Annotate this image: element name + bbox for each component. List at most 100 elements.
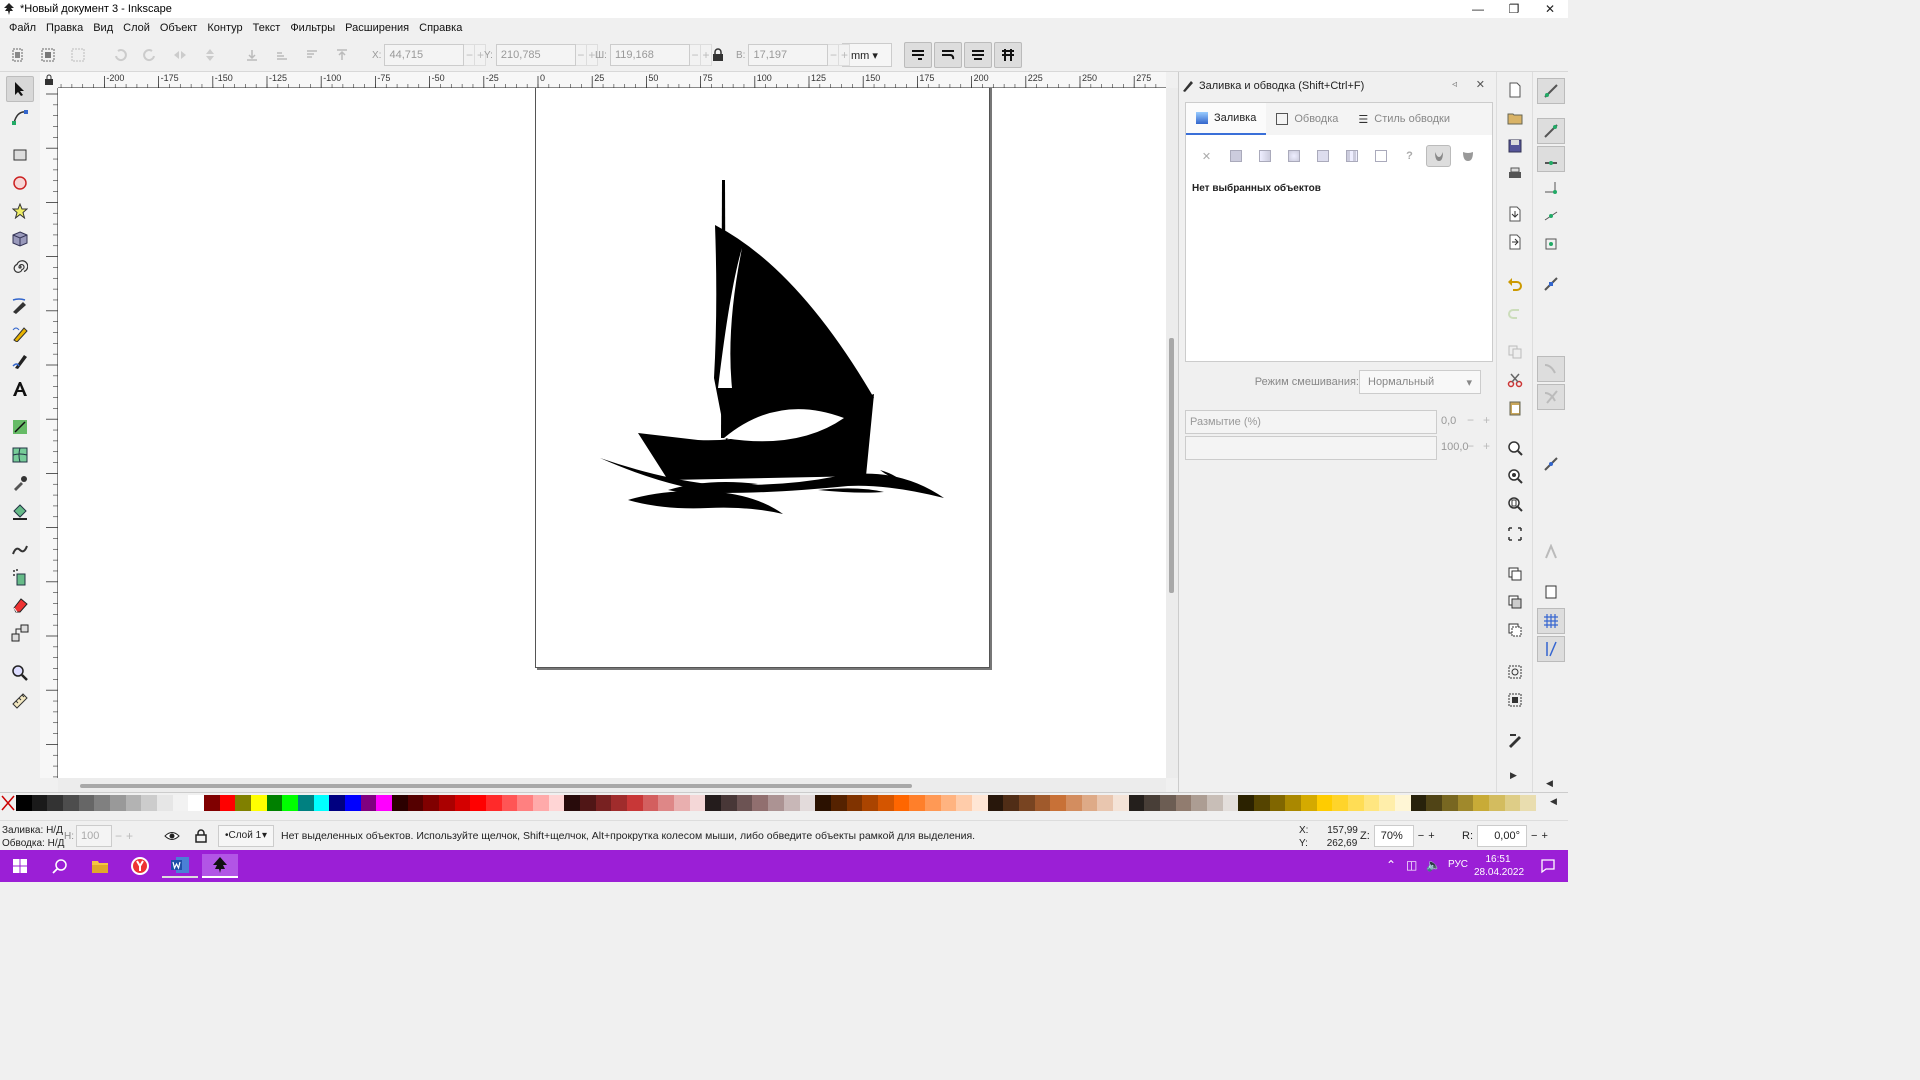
pattern-button[interactable] xyxy=(1339,145,1364,167)
group-icon[interactable] xyxy=(1507,664,1523,680)
duplicate-icon[interactable] xyxy=(1507,566,1523,582)
palette-swatch[interactable] xyxy=(407,795,424,811)
palette-swatch[interactable] xyxy=(439,795,456,811)
palette-swatch[interactable] xyxy=(1379,795,1396,811)
lower-to-bottom-icon[interactable] xyxy=(244,47,260,63)
palette-swatch[interactable] xyxy=(1128,795,1145,811)
rotate-ccw-icon[interactable] xyxy=(112,47,128,63)
snap-paths-button[interactable] xyxy=(1537,356,1565,382)
opacity-decrement-button[interactable]: − xyxy=(1467,439,1474,453)
cut-icon[interactable] xyxy=(1507,372,1523,388)
palette-swatch[interactable] xyxy=(830,795,847,811)
height-decrement-button[interactable]: − xyxy=(828,44,840,66)
tray-expand-icon[interactable]: ⌃ xyxy=(1386,858,1396,872)
x-input[interactable] xyxy=(384,44,465,66)
scale-corners-toggle[interactable] xyxy=(934,42,962,68)
print-icon[interactable] xyxy=(1507,166,1523,182)
rotation-input[interactable]: 0,00° xyxy=(1477,825,1527,847)
network-icon[interactable]: ◫ xyxy=(1406,858,1417,872)
palette-swatch[interactable] xyxy=(1394,795,1412,811)
maximize-button[interactable]: ❐ xyxy=(1496,0,1532,18)
width-increment-button[interactable]: + xyxy=(700,44,712,66)
palette-swatch[interactable] xyxy=(721,795,738,811)
select-all-layers-icon[interactable] xyxy=(40,47,56,63)
x-decrement-button[interactable]: − xyxy=(464,44,476,66)
palette-swatch[interactable] xyxy=(1238,795,1255,811)
width-input[interactable] xyxy=(609,44,690,66)
palette-swatch[interactable] xyxy=(736,795,753,811)
palette-swatch[interactable] xyxy=(1018,795,1036,811)
palette-swatch[interactable] xyxy=(595,795,612,811)
freehand-tool[interactable] xyxy=(6,320,34,346)
palette-swatch[interactable] xyxy=(345,795,362,811)
palette-swatch[interactable] xyxy=(1332,795,1349,811)
palette-swatch[interactable] xyxy=(1285,795,1302,811)
palette-swatch[interactable] xyxy=(1253,795,1271,811)
palette-swatch[interactable] xyxy=(423,795,440,811)
palette-swatch[interactable] xyxy=(282,795,299,811)
palette-swatch[interactable] xyxy=(1441,795,1459,811)
menu-help[interactable]: Справка xyxy=(414,22,467,34)
dialog-iconify-button[interactable]: ◃ xyxy=(1452,79,1457,90)
palette-swatch[interactable] xyxy=(1410,795,1427,811)
palette-swatch[interactable] xyxy=(47,795,64,811)
blur-increment-button[interactable]: + xyxy=(1483,413,1490,427)
menu-object[interactable]: Объект xyxy=(155,22,202,34)
palette-swatch[interactable] xyxy=(533,795,550,811)
palette-swatch[interactable] xyxy=(1222,795,1239,811)
palette-swatch[interactable] xyxy=(31,795,48,811)
snap-page-border-icon[interactable] xyxy=(1543,584,1559,600)
start-button[interactable] xyxy=(2,854,38,878)
horizontal-scrollbar[interactable] xyxy=(58,778,1166,792)
lower-icon[interactable] xyxy=(274,47,290,63)
palette-swatch[interactable] xyxy=(1034,795,1051,811)
palette-swatch[interactable] xyxy=(486,795,503,811)
node-tool[interactable] xyxy=(6,104,34,130)
linear-gradient-button[interactable] xyxy=(1252,145,1277,167)
palette-swatch[interactable] xyxy=(1520,795,1537,811)
save-icon[interactable] xyxy=(1507,138,1523,154)
palette-swatch[interactable] xyxy=(1175,795,1192,811)
opacity-minus-button[interactable]: − xyxy=(115,829,122,843)
snap-intersections-button[interactable] xyxy=(1537,384,1565,410)
rotate-plus-button[interactable]: + xyxy=(1541,830,1547,842)
palette-swatch[interactable] xyxy=(1426,795,1443,811)
star-tool[interactable] xyxy=(6,198,34,224)
canvas[interactable] xyxy=(58,88,1166,778)
palette-swatch[interactable] xyxy=(987,795,1004,811)
palette-swatch[interactable] xyxy=(204,795,221,811)
palette-swatch[interactable] xyxy=(392,795,409,811)
raise-to-top-icon[interactable] xyxy=(334,47,350,63)
more-commands-icon[interactable]: ▶ xyxy=(1510,770,1517,781)
width-decrement-button[interactable]: − xyxy=(689,44,701,66)
snap-text-baseline-icon[interactable] xyxy=(1543,544,1559,560)
input-language[interactable]: РУС xyxy=(1448,859,1468,870)
notifications-icon[interactable] xyxy=(1540,858,1556,874)
palette-swatch[interactable] xyxy=(1347,795,1365,811)
palette-swatch[interactable] xyxy=(1081,795,1098,811)
volume-icon[interactable]: 🔈 xyxy=(1426,858,1441,872)
more-snap-icon[interactable]: ◀ xyxy=(1546,778,1553,789)
palette-swatch[interactable] xyxy=(564,795,581,811)
palette-swatch[interactable] xyxy=(846,795,863,811)
palette-swatch[interactable] xyxy=(909,795,926,811)
palette-swatch[interactable] xyxy=(219,795,236,811)
palette-swatch[interactable] xyxy=(642,795,659,811)
calligraphy-tool[interactable] xyxy=(6,348,34,374)
blur-slider[interactable]: Размытие (%) xyxy=(1185,410,1437,434)
palette-menu-icon[interactable]: ◀ xyxy=(1550,796,1557,807)
tweak-tool[interactable] xyxy=(6,536,34,562)
gradient-tool[interactable] xyxy=(6,414,34,440)
unset-paint-button[interactable]: ? xyxy=(1397,145,1422,167)
y-decrement-button[interactable]: − xyxy=(575,44,587,66)
palette-swatch[interactable] xyxy=(235,795,252,811)
no-color-swatch-icon[interactable] xyxy=(1,795,15,811)
palette-swatch[interactable] xyxy=(188,795,205,811)
palette-swatch[interactable] xyxy=(172,795,189,811)
palette-swatch[interactable] xyxy=(815,795,832,811)
palette-swatch[interactable] xyxy=(940,795,957,811)
snap-bbox-corners-icon[interactable] xyxy=(1543,180,1559,196)
palette-swatch[interactable] xyxy=(1473,795,1490,811)
clone-icon[interactable] xyxy=(1507,594,1523,610)
scale-stroke-toggle[interactable] xyxy=(904,42,932,68)
